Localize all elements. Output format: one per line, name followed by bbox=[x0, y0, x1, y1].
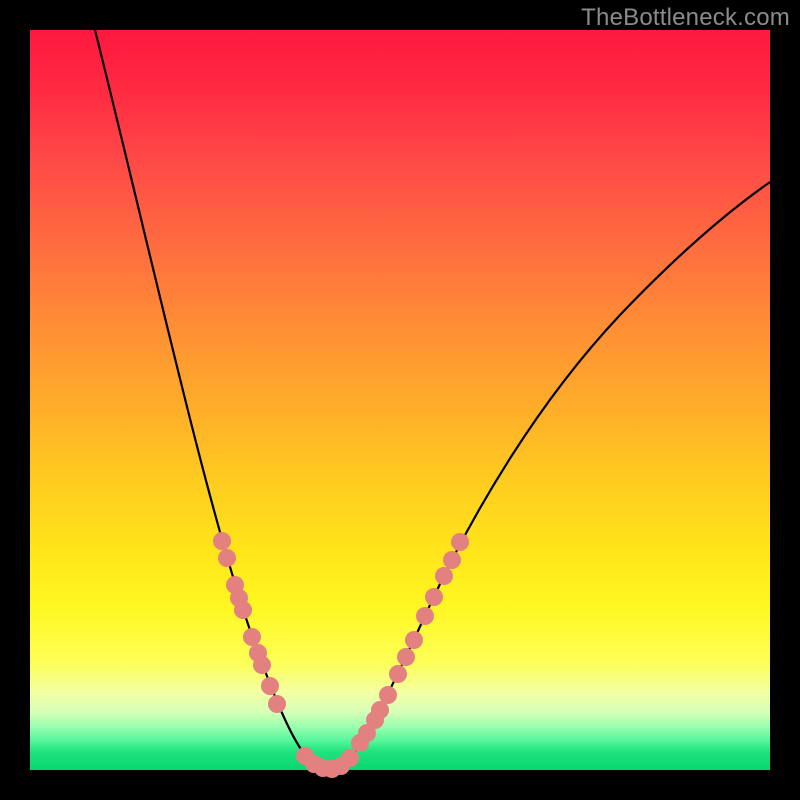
marker-left bbox=[218, 549, 236, 567]
watermark-text: TheBottleneck.com bbox=[581, 4, 790, 32]
marker-right bbox=[379, 686, 397, 704]
chart-frame: TheBottleneck.com bbox=[0, 0, 800, 800]
marker-left bbox=[268, 695, 286, 713]
marker-left bbox=[243, 628, 261, 646]
curve-svg bbox=[30, 30, 770, 770]
marker-right bbox=[416, 607, 434, 625]
marker-right bbox=[451, 533, 469, 551]
marker-right bbox=[443, 551, 461, 569]
marker-left bbox=[213, 532, 231, 550]
marker-right bbox=[435, 567, 453, 585]
marker-right bbox=[405, 631, 423, 649]
marker-right bbox=[425, 588, 443, 606]
marker-left bbox=[234, 601, 252, 619]
bottleneck-curve bbox=[95, 30, 770, 770]
marker-left bbox=[261, 677, 279, 695]
marker-bottom bbox=[341, 749, 359, 767]
marker-right bbox=[397, 648, 415, 666]
plot-area bbox=[30, 30, 770, 770]
marker-left bbox=[253, 656, 271, 674]
marker-right bbox=[389, 665, 407, 683]
